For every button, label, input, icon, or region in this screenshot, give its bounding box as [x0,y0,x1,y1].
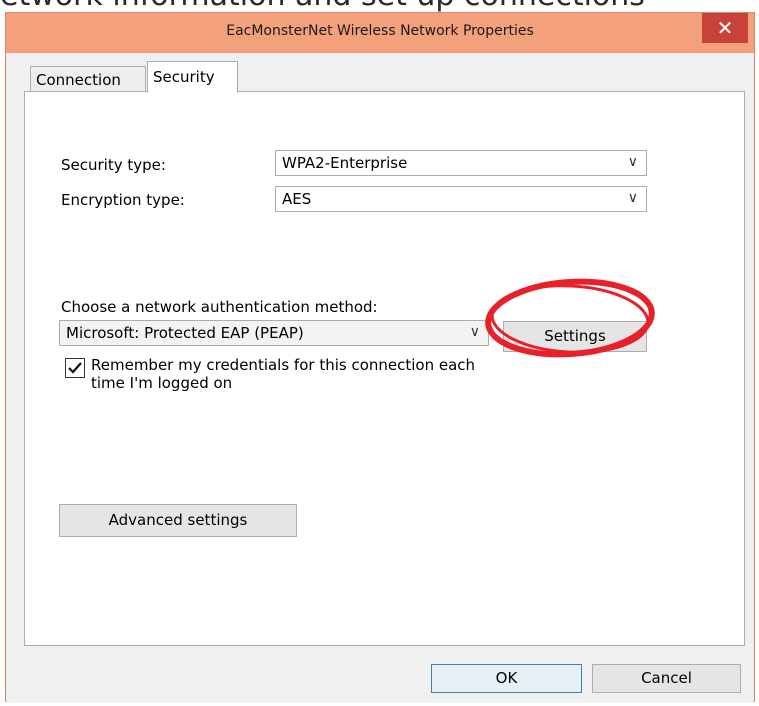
red-annotation-circle [485,278,655,358]
security-type-select[interactable]: WPA2-Enterprise ∨ [275,150,647,176]
auth-method-label: Choose a network authentication method: [61,298,378,316]
encryption-type-value: AES [282,190,312,208]
security-type-label: Security type: [61,156,166,174]
checkmark-icon [68,362,82,374]
security-type-value: WPA2-Enterprise [282,154,408,172]
tab-connection[interactable]: Connection [30,66,146,92]
encryption-type-label: Encryption type: [61,191,185,209]
remember-credentials-line2: time I'm logged on [91,374,233,392]
ok-button[interactable]: OK [431,664,582,693]
tab-security[interactable]: Security [147,61,238,93]
dialog-content: Connection Security Security type: WPA2-… [6,53,754,703]
remember-credentials-checkbox[interactable] [65,358,85,378]
advanced-settings-button[interactable]: Advanced settings [59,504,297,537]
chevron-down-icon: ∨ [627,154,638,170]
title-bar: EacMonsterNet Wireless Network Propertie… [6,13,754,53]
encryption-type-select[interactable]: AES ∨ [275,186,647,212]
auth-method-select[interactable]: Microsoft: Protected EAP (PEAP) ∨ [59,320,489,346]
chevron-down-icon: ∨ [469,324,480,340]
auth-method-value: Microsoft: Protected EAP (PEAP) [66,324,304,342]
security-panel: Security type: WPA2-Enterprise ∨ Encrypt… [24,91,745,646]
dialog-title: EacMonsterNet Wireless Network Propertie… [226,23,534,39]
cancel-button[interactable]: Cancel [592,664,741,693]
remember-credentials-line1: Remember my credentials for this connect… [91,356,476,374]
close-button[interactable]: ✕ [702,13,748,43]
chevron-down-icon: ∨ [627,190,638,206]
